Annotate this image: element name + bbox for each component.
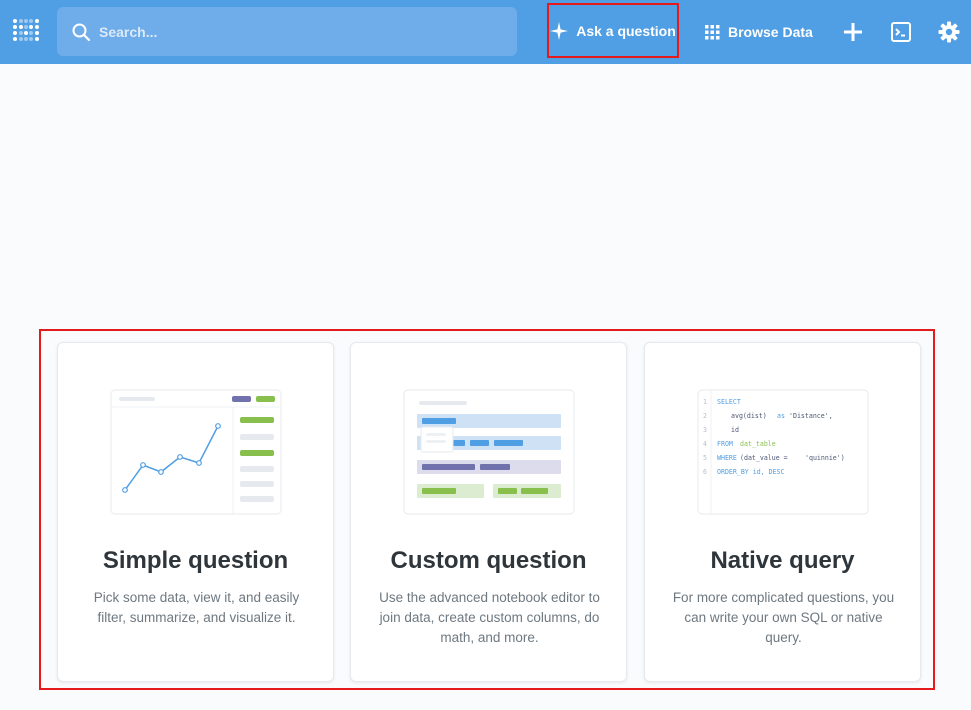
grid-icon bbox=[705, 24, 720, 39]
browse-data-button[interactable]: Browse Data bbox=[705, 16, 813, 48]
line-number: 2 bbox=[703, 412, 707, 420]
ask-question-button[interactable]: Ask a question bbox=[547, 3, 679, 58]
sql-line: id bbox=[731, 426, 739, 434]
sql-token: avg(dist) bbox=[731, 412, 767, 420]
sql-token: (dat_value = bbox=[740, 454, 788, 462]
line-number: 1 bbox=[703, 398, 707, 406]
search-bar[interactable] bbox=[57, 7, 517, 56]
sql-token: 'quinnie') bbox=[805, 454, 845, 462]
ask-question-label: Ask a question bbox=[576, 22, 676, 39]
card-description: Use the advanced notebook editor to join… bbox=[379, 590, 600, 645]
sql-token: as bbox=[777, 412, 785, 420]
sql-line: ORDER_BY id, DESC bbox=[717, 468, 785, 476]
metabase-logo-icon[interactable] bbox=[12, 18, 40, 46]
gear-icon[interactable] bbox=[937, 20, 961, 44]
simple-question-illustration bbox=[110, 389, 282, 515]
plus-icon[interactable] bbox=[841, 20, 865, 44]
card-description: Pick some data, view it, and easily filt… bbox=[93, 590, 300, 625]
simple-question-card[interactable]: Simple question Pick some data, view it,… bbox=[57, 342, 334, 682]
sql-token: dat_table bbox=[740, 440, 776, 448]
native-query-card[interactable]: 1 2 3 4 5 6 SELECT avg(dist) as 'Distanc… bbox=[644, 342, 921, 682]
top-navbar: Ask a question Browse Data bbox=[0, 0, 971, 64]
sql-token: FROM bbox=[717, 440, 733, 448]
line-number: 3 bbox=[703, 426, 707, 434]
line-number: 5 bbox=[703, 454, 707, 462]
sql-token: WHERE bbox=[717, 454, 737, 462]
line-number: 6 bbox=[703, 468, 707, 476]
card-title: Simple question bbox=[102, 547, 289, 574]
browse-data-label: Browse Data bbox=[728, 24, 813, 40]
terminal-icon[interactable] bbox=[889, 20, 913, 44]
sparkle-icon bbox=[550, 21, 569, 40]
custom-question-illustration bbox=[403, 389, 575, 515]
native-query-illustration: 1 2 3 4 5 6 SELECT avg(dist) as 'Distanc… bbox=[697, 389, 869, 515]
card-title: Native query bbox=[710, 547, 855, 574]
sql-token: 'Distance', bbox=[789, 412, 833, 420]
search-input[interactable] bbox=[97, 22, 481, 41]
card-title: Custom question bbox=[390, 547, 587, 574]
card-description: For more complicated questions, you can … bbox=[672, 590, 895, 645]
line-number: 4 bbox=[703, 440, 707, 448]
sql-line: SELECT bbox=[717, 398, 741, 406]
custom-question-card[interactable]: Custom question Use the advanced noteboo… bbox=[350, 342, 627, 682]
search-icon bbox=[72, 23, 91, 41]
